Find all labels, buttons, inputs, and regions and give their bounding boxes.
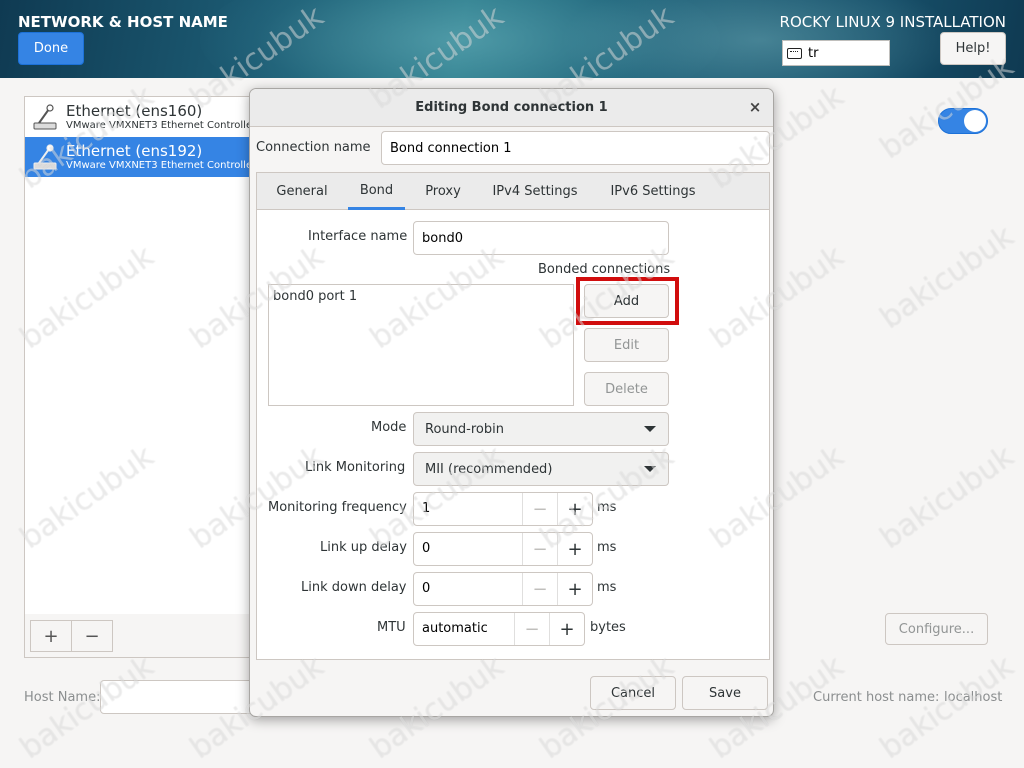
watermark: bakicubuk (873, 648, 1021, 767)
keyboard-layout-value: tr (808, 45, 819, 61)
device-list: Ethernet (ens160) VMware VMXNET3 Etherne… (24, 96, 254, 616)
connection-name-label: Connection name (256, 140, 371, 155)
edit-bonded-connection-button[interactable]: Edit (584, 328, 669, 362)
chevron-down-icon (644, 426, 656, 432)
link-up-delay-spinner[interactable]: 0 − + (413, 532, 593, 566)
link-down-delay-spinner[interactable]: 0 − + (413, 572, 593, 606)
increment-button[interactable]: + (557, 573, 592, 605)
help-button[interactable]: Help! (940, 32, 1006, 65)
decrement-button[interactable]: − (522, 533, 557, 565)
tab-ipv6-settings[interactable]: IPv6 Settings (599, 173, 707, 210)
decrement-button[interactable]: − (522, 573, 557, 605)
cancel-button[interactable]: Cancel (590, 676, 676, 710)
product-title: ROCKY LINUX 9 INSTALLATION (779, 13, 1006, 31)
current-hostname-value: localhost (944, 690, 1003, 705)
spinner-value: automatic (422, 621, 488, 636)
spinner-value: 1 (422, 501, 431, 516)
monitoring-frequency-spinner[interactable]: 1 − + (413, 492, 593, 526)
mtu-spinner[interactable]: automatic − + (413, 612, 585, 646)
unit-label: ms (597, 580, 617, 595)
configure-button[interactable]: Configure... (885, 613, 988, 645)
link-down-delay-label: Link down delay (301, 580, 407, 595)
tab-bar: General Bond Proxy IPv4 Settings IPv6 Se… (257, 173, 769, 210)
mtu-label: MTU (377, 620, 406, 635)
save-button[interactable]: Save (682, 676, 768, 710)
spoke-title: NETWORK & HOST NAME (18, 13, 228, 31)
device-name: Ethernet (ens160) (66, 102, 203, 120)
link-monitoring-label: Link Monitoring (305, 460, 406, 475)
interface-name-label: Interface name (308, 229, 408, 244)
device-item-ens160[interactable]: Ethernet (ens160) VMware VMXNET3 Etherne… (25, 97, 253, 137)
increment-button[interactable]: + (549, 613, 584, 645)
remove-device-button[interactable]: − (71, 620, 113, 652)
mode-value: Round-robin (425, 421, 504, 437)
device-description: VMware VMXNET3 Ethernet Controller (66, 119, 253, 131)
mode-label: Mode (371, 420, 407, 435)
tab-bond[interactable]: Bond (348, 173, 405, 210)
device-enable-toggle[interactable] (938, 108, 988, 134)
tab-proxy[interactable]: Proxy (413, 173, 473, 210)
watermark: bakicubuk (873, 438, 1021, 557)
unit-label: ms (597, 540, 617, 555)
bonded-connections-list[interactable]: bond0 port 1 (268, 284, 574, 406)
spinner-value: 0 (422, 541, 431, 556)
toggle-knob (964, 110, 986, 132)
interface-name-input[interactable]: bond0 (413, 221, 669, 255)
done-button[interactable]: Done (18, 32, 84, 65)
hostname-input[interactable] (100, 680, 260, 714)
tab-ipv4-settings[interactable]: IPv4 Settings (483, 173, 587, 210)
hostname-label: Host Name: (24, 690, 101, 705)
bonded-connections-label: Bonded connections (538, 262, 671, 277)
dialog-titlebar: Editing Bond connection 1 × (250, 89, 773, 127)
unit-label: bytes (590, 620, 626, 635)
monitoring-frequency-label: Monitoring frequency (268, 500, 407, 515)
connection-name-input[interactable]: Bond connection 1 (381, 131, 770, 165)
list-item[interactable]: bond0 port 1 (273, 289, 569, 304)
increment-button[interactable]: + (557, 493, 592, 525)
decrement-button[interactable]: − (522, 493, 557, 525)
spinner-value: 0 (422, 581, 431, 596)
link-monitoring-value: MII (recommended) (425, 461, 553, 477)
watermark: bakicubuk (873, 218, 1021, 337)
unit-label: ms (597, 500, 617, 515)
increment-button[interactable]: + (557, 533, 592, 565)
keyboard-layout-indicator[interactable]: tr (782, 40, 890, 66)
link-monitoring-dropdown[interactable]: MII (recommended) (413, 452, 669, 486)
current-hostname-label: Current host name: (813, 690, 940, 705)
add-device-button[interactable]: + (30, 620, 72, 652)
device-list-toolbar: + − (24, 614, 254, 658)
link-up-delay-label: Link up delay (320, 540, 407, 555)
highlight-box (576, 277, 679, 325)
header-wave (560, 0, 960, 78)
wired-network-icon (33, 144, 57, 170)
mode-dropdown[interactable]: Round-robin (413, 412, 669, 446)
device-item-ens192[interactable]: Ethernet (ens192) VMware VMXNET3 Etherne… (25, 137, 253, 177)
dialog-title: Editing Bond connection 1 (415, 100, 608, 115)
device-description: VMware VMXNET3 Ethernet Controller (66, 159, 253, 171)
decrement-button[interactable]: − (514, 613, 549, 645)
device-name: Ethernet (ens192) (66, 142, 203, 160)
chevron-down-icon (644, 466, 656, 472)
wired-network-icon (33, 104, 57, 130)
close-icon[interactable]: × (747, 98, 763, 116)
tab-general[interactable]: General (265, 173, 339, 210)
installer-header (0, 0, 1024, 78)
keyboard-icon (787, 47, 802, 59)
delete-bonded-connection-button[interactable]: Delete (584, 372, 669, 406)
